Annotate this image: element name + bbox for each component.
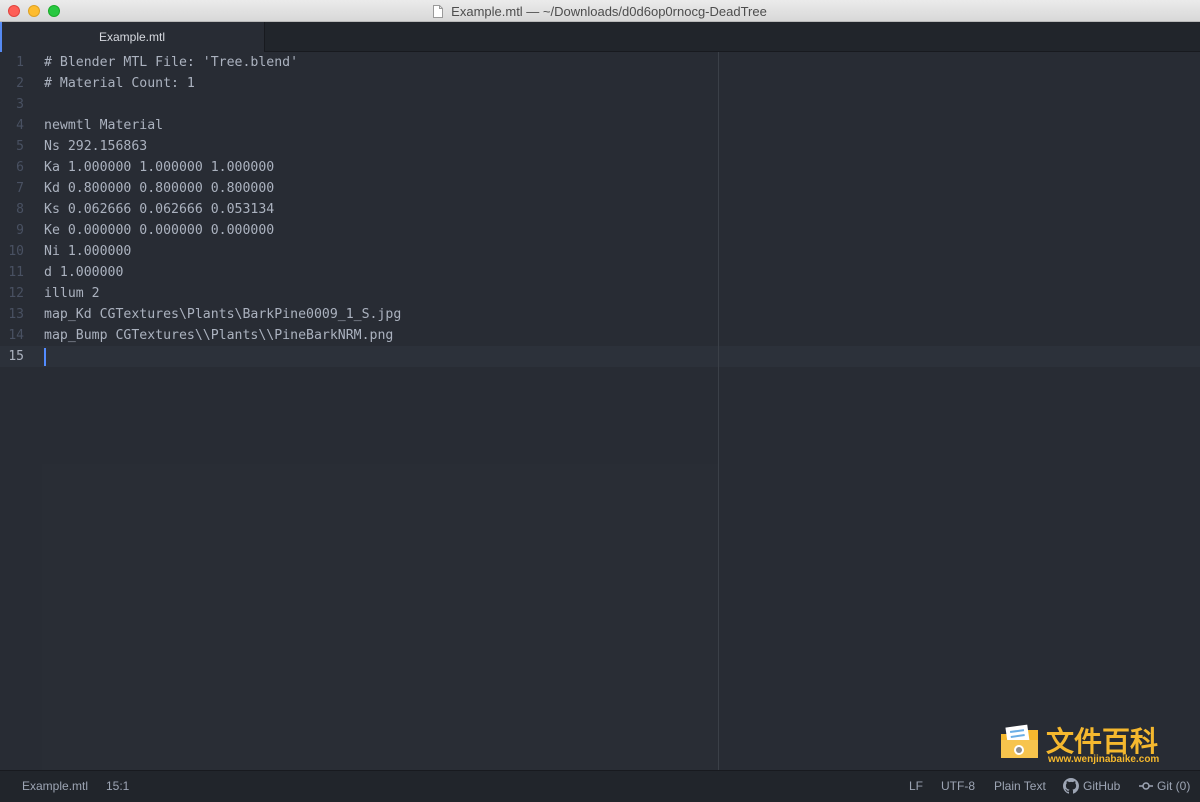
status-cursor-position[interactable]: 15:1	[106, 771, 129, 802]
status-encoding[interactable]: UTF-8	[941, 771, 975, 802]
line-number-active[interactable]: 15	[8, 346, 24, 367]
document-icon	[433, 4, 444, 18]
tab-example-mtl[interactable]: Example.mtl	[0, 22, 265, 52]
code-line[interactable]: # Material Count: 1	[44, 73, 195, 94]
code-line[interactable]: Ke 0.000000 0.000000 0.000000	[44, 220, 274, 241]
line-number[interactable]: 4	[16, 115, 24, 136]
title-bar: Example.mtl — ~/Downloads/d0d6op0rnocg-D…	[0, 0, 1200, 22]
code-line[interactable]: # Blender MTL File: 'Tree.blend'	[44, 52, 298, 73]
active-tab-indicator	[0, 22, 2, 52]
text-editor[interactable]: 1 2 3 4 5 6 7 8 9 10 11 12 13 14 15 # Bl…	[0, 52, 1200, 770]
text-cursor	[44, 348, 46, 366]
github-button[interactable]: GitHub	[1063, 771, 1120, 802]
line-number[interactable]: 8	[16, 199, 24, 220]
code-line[interactable]: Ka 1.000000 1.000000 1.000000	[44, 157, 274, 178]
maximize-window-button[interactable]	[48, 5, 60, 17]
line-number[interactable]: 5	[16, 136, 24, 157]
code-line[interactable]: Ns 292.156863	[44, 136, 147, 157]
tab-bar: Example.mtl	[0, 22, 1200, 52]
status-grammar[interactable]: Plain Text	[994, 771, 1046, 802]
code-line[interactable]: Ni 1.000000	[44, 241, 131, 262]
tab-label: Example.mtl	[98, 30, 166, 44]
line-number[interactable]: 3	[16, 94, 24, 115]
line-number[interactable]: 7	[16, 178, 24, 199]
line-number[interactable]: 11	[8, 262, 24, 283]
folder-icon	[1001, 724, 1038, 758]
close-window-button[interactable]	[8, 5, 20, 17]
code-line[interactable]: Kd 0.800000 0.800000 0.800000	[44, 178, 274, 199]
code-line[interactable]: Ks 0.062666 0.062666 0.053134	[44, 199, 274, 220]
status-file-name[interactable]: Example.mtl	[22, 771, 88, 802]
line-number[interactable]: 6	[16, 157, 24, 178]
code-line[interactable]: map_Kd CGTextures\Plants\BarkPine0009_1_…	[44, 304, 401, 325]
line-number-gutter[interactable]: 1 2 3 4 5 6 7 8 9 10 11 12 13 14 15	[0, 52, 32, 770]
watermark-logo: 文件百科 www.wenjinabaike.com	[998, 718, 1173, 768]
line-number[interactable]: 2	[16, 73, 24, 94]
line-number[interactable]: 12	[8, 283, 24, 304]
line-number[interactable]: 13	[8, 304, 24, 325]
git-label: Git (0)	[1157, 779, 1191, 793]
git-button[interactable]: Git (0)	[1139, 771, 1190, 802]
line-number[interactable]: 10	[8, 241, 24, 262]
code-lines[interactable]: # Blender MTL File: 'Tree.blend' # Mater…	[44, 52, 1194, 770]
code-line[interactable]: newmtl Material	[44, 115, 163, 136]
watermark-url: www.wenjinabaike.com	[1048, 754, 1160, 765]
code-line[interactable]: illum 2	[44, 283, 100, 304]
code-line[interactable]: d 1.000000	[44, 262, 123, 283]
code-line[interactable]: map_Bump CGTextures\\Plants\\PineBarkNRM…	[44, 325, 393, 346]
minimize-window-button[interactable]	[28, 5, 40, 17]
line-number[interactable]: 9	[16, 220, 24, 241]
github-label: GitHub	[1083, 779, 1121, 793]
git-commit-icon	[1139, 782, 1153, 790]
window-title: Example.mtl — ~/Downloads/d0d6op0rnocg-D…	[451, 3, 767, 19]
line-number[interactable]: 1	[16, 52, 24, 73]
status-bar: Example.mtl 15:1 LF UTF-8 Plain Text Git…	[0, 770, 1200, 802]
line-number[interactable]: 14	[8, 325, 24, 346]
github-icon	[1063, 777, 1079, 794]
app-window: Example.mtl — ~/Downloads/d0d6op0rnocg-D…	[0, 0, 1200, 802]
status-line-ending[interactable]: LF	[909, 771, 923, 802]
